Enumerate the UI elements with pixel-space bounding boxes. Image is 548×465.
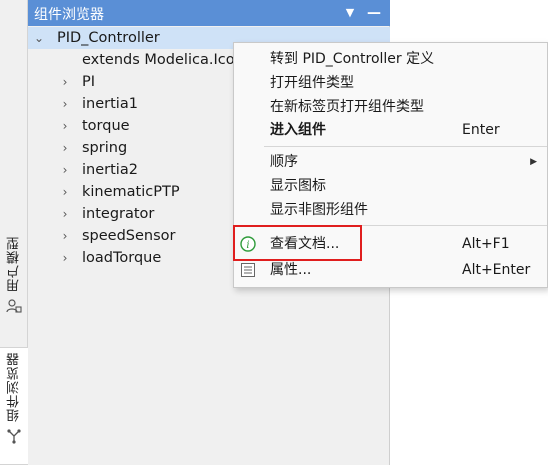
tree-item-label: extends Modelica.Ico (82, 52, 235, 68)
expand-chevron-icon[interactable]: › (59, 115, 71, 137)
menu-item-shortcut: Alt+Enter (462, 262, 531, 278)
menu-item-label: 在新标签页打开组件类型 (270, 99, 424, 115)
tree-root-label: PID_Controller (57, 30, 160, 46)
menu-item-shortcut: Alt+F1 (462, 236, 510, 252)
menu-item-label: 顺序 (270, 154, 298, 170)
menu-item-label: 打开组件类型 (270, 75, 354, 91)
collapse-chevron-icon[interactable]: ⌄ (33, 27, 45, 49)
expand-chevron-icon[interactable]: › (59, 137, 71, 159)
expand-chevron-icon[interactable]: › (59, 203, 71, 225)
tab-user-models-label: 用户模型 (6, 236, 22, 292)
dropdown-triangle-icon[interactable]: ▼ (342, 5, 358, 21)
menu-item-enter-component[interactable]: 进入组件 Enter (234, 118, 547, 142)
minimize-icon[interactable]: — (366, 5, 382, 21)
panel-titlebar: 组件浏览器 ▼ — (28, 0, 390, 26)
expand-chevron-icon[interactable]: › (59, 247, 71, 269)
expand-chevron-icon[interactable]: › (59, 93, 71, 115)
expand-chevron-icon[interactable]: › (59, 225, 71, 247)
tree-item-label: integrator (82, 206, 155, 222)
tree-item-label: torque (82, 118, 130, 134)
submenu-arrow-icon: ▶ (530, 157, 537, 167)
tree-item-label: inertia2 (82, 162, 138, 178)
tree-item-label: loadTorque (82, 250, 162, 266)
expand-chevron-icon[interactable]: › (59, 181, 71, 203)
panel-title: 组件浏览器 (34, 7, 104, 23)
menu-item-show-nongraphic[interactable]: 显示非图形组件 (234, 198, 547, 222)
menu-item-properties[interactable]: 属性... Alt+Enter (234, 258, 547, 282)
user-models-icon (6, 299, 22, 313)
menu-item-goto-definition[interactable]: 转到 PID_Controller 定义 (234, 47, 547, 71)
menu-item-label: 显示非图形组件 (270, 202, 368, 218)
expand-chevron-icon[interactable]: › (59, 71, 71, 93)
tree-item-label: inertia1 (82, 96, 138, 112)
tree-item-label: kinematicPTP (82, 184, 180, 200)
highlight-box (233, 225, 362, 261)
menu-item-open-type[interactable]: 打开组件类型 (234, 71, 547, 95)
tree-item-label: PI (82, 74, 96, 90)
menu-item-open-type-new-tab[interactable]: 在新标签页打开组件类型 (234, 95, 547, 119)
component-browser-icon (7, 429, 21, 444)
menu-separator (264, 146, 547, 147)
menu-item-label: 进入组件 (270, 122, 326, 138)
side-tab-strip: 用户模型 组件浏览器 (0, 0, 28, 465)
menu-item-order[interactable]: 顺序 ▶ (234, 150, 547, 174)
menu-item-label: 属性... (270, 262, 312, 278)
expand-chevron-icon[interactable]: › (59, 159, 71, 181)
menu-item-show-icon[interactable]: 显示图标 (234, 174, 547, 198)
menu-item-shortcut: Enter (462, 122, 500, 138)
tab-component-browser[interactable]: 组件浏览器 (0, 347, 28, 465)
tab-component-browser-label: 组件浏览器 (6, 352, 22, 422)
tree-item-label: spring (82, 140, 128, 156)
menu-item-label: 转到 PID_Controller 定义 (270, 51, 435, 67)
tab-user-models[interactable]: 用户模型 (0, 232, 28, 328)
properties-list-icon (241, 263, 255, 277)
tree-item-label: speedSensor (82, 228, 176, 244)
menu-item-label: 显示图标 (270, 178, 326, 194)
